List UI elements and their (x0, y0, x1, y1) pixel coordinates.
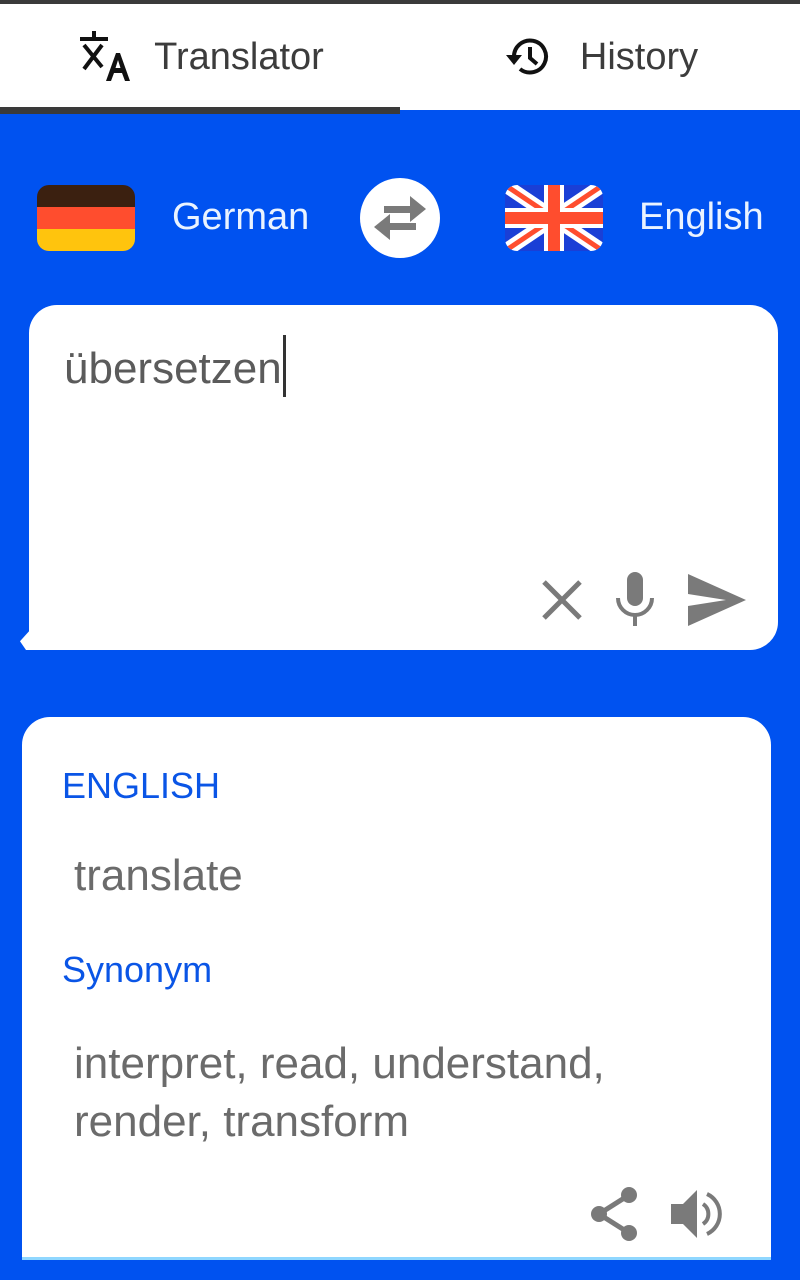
germany-flag-icon[interactable] (37, 185, 135, 251)
send-translate-button[interactable] (686, 574, 748, 626)
active-tab-indicator (0, 107, 400, 114)
microphone-button[interactable] (612, 572, 658, 628)
send-icon (688, 574, 746, 626)
translate-icon (76, 31, 132, 83)
tab-history[interactable]: History (400, 4, 800, 110)
tab-translator-label: Translator (154, 35, 324, 78)
speak-button[interactable] (669, 1188, 723, 1240)
synonyms-text: interpret, read, understand, render, tra… (74, 1039, 605, 1146)
input-card: übersetzen (29, 305, 778, 650)
language-selector-row: German English (0, 160, 800, 280)
swap-arrows-icon (374, 196, 426, 240)
tab-bar: Translator History (0, 4, 800, 114)
output-actions (587, 1185, 723, 1243)
source-text-input[interactable]: übersetzen (64, 335, 286, 397)
output-card: ENGLISH translate Synonym interpret, rea… (22, 717, 771, 1260)
translation-result: translate (74, 851, 243, 900)
source-text-value: übersetzen (64, 344, 282, 393)
history-icon (502, 31, 558, 83)
synonym-label: Synonym (62, 949, 213, 990)
target-language-label[interactable]: English (639, 196, 764, 239)
share-button[interactable] (587, 1185, 641, 1243)
clear-icon (542, 580, 582, 620)
tab-history-label: History (579, 35, 699, 78)
share-icon (591, 1187, 637, 1241)
speaker-icon (671, 1190, 722, 1238)
text-cursor (282, 335, 286, 397)
tab-translator[interactable]: Translator (0, 4, 400, 110)
uk-flag-icon[interactable] (505, 185, 603, 251)
swap-languages-button[interactable] (360, 178, 440, 258)
source-language-label[interactable]: German (172, 196, 309, 239)
clear-button[interactable] (540, 578, 584, 622)
microphone-icon (616, 572, 654, 626)
input-actions (540, 572, 748, 628)
output-language-label: ENGLISH (62, 765, 221, 806)
